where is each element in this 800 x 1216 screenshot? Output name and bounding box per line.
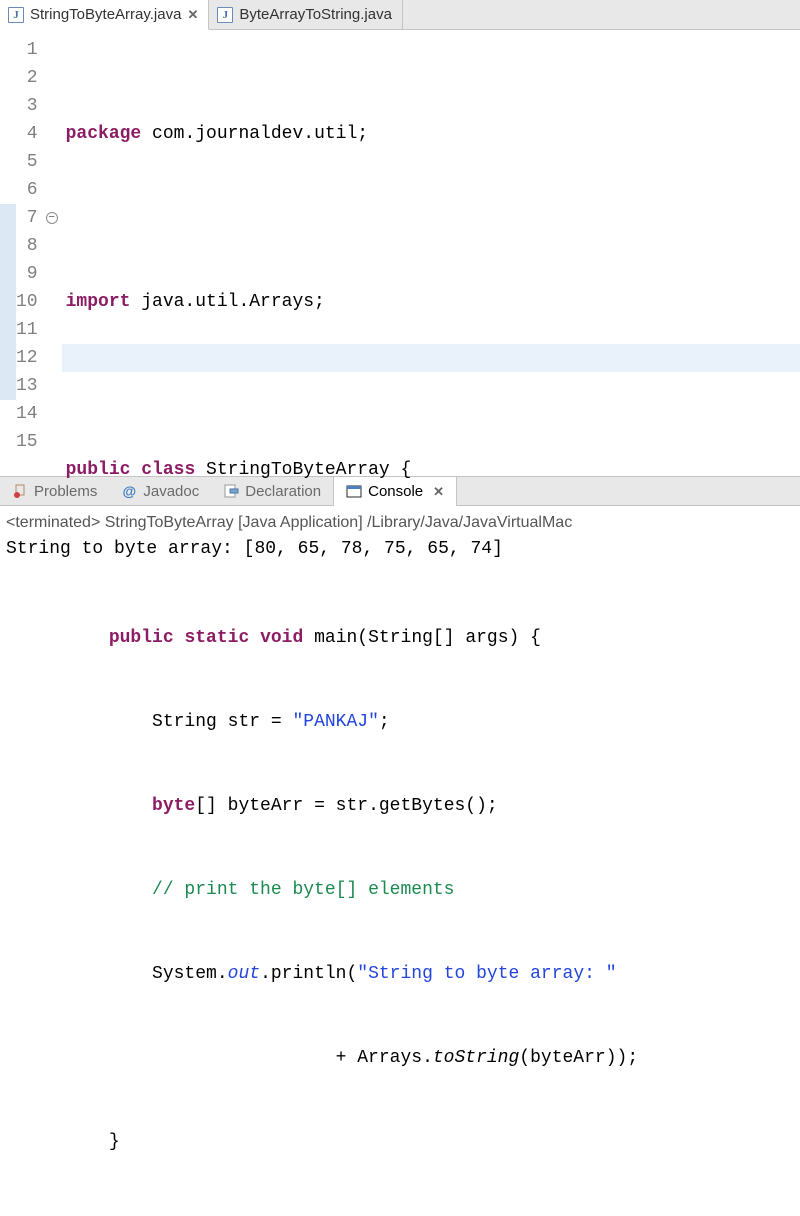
- close-icon[interactable]: ✕: [187, 7, 198, 23]
- tab-label: ByteArrayToString.java: [239, 6, 392, 23]
- tab-label: StringToByteArray.java: [30, 6, 181, 23]
- line-number-gutter: 1 2 3 4 5 6 7 8 9 10 11 12 13 14 15: [16, 30, 44, 476]
- fold-margin: −: [44, 30, 62, 476]
- java-file-icon: J: [217, 7, 233, 23]
- current-line-highlight: [62, 344, 800, 372]
- editor-tab-bar: J StringToByteArray.java ✕ J ByteArrayTo…: [0, 0, 800, 30]
- java-file-icon: J: [8, 7, 24, 23]
- code-editor[interactable]: 1 2 3 4 5 6 7 8 9 10 11 12 13 14 15 − pa…: [0, 30, 800, 476]
- fold-toggle-icon[interactable]: −: [46, 212, 58, 224]
- tab-file-1[interactable]: J StringToByteArray.java ✕: [0, 0, 209, 30]
- tab-file-2[interactable]: J ByteArrayToString.java: [209, 0, 403, 29]
- code-area[interactable]: package com.journaldev.util; import java…: [62, 30, 800, 476]
- marker-margin: [0, 30, 16, 476]
- problems-icon: [12, 483, 28, 499]
